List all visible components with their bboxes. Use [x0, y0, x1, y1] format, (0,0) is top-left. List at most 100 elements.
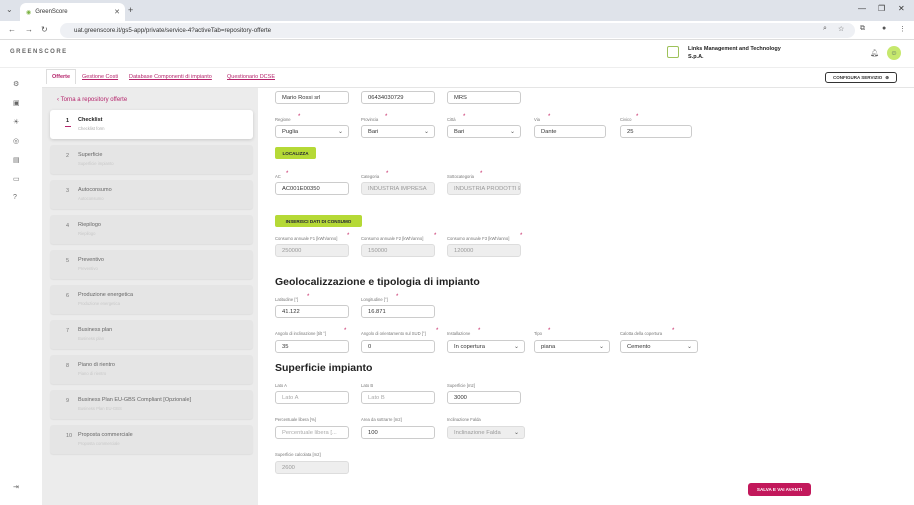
tab-database-componenti[interactable]: Database Componenti di impianto: [129, 74, 212, 80]
step-4[interactable]: 4 Riepilogo Riepilogo: [50, 215, 253, 244]
minimize-icon[interactable]: —: [858, 4, 866, 13]
tab-questionario[interactable]: Questionario DCSE: [227, 74, 275, 80]
longitudine-field[interactable]: 16.871: [361, 305, 435, 318]
superficie-calcolata-field: 2600: [275, 461, 349, 474]
inclinazione-field[interactable]: 35: [275, 340, 349, 353]
chevron-left-icon: ‹: [57, 97, 59, 103]
tab-list-icon[interactable]: ⌄: [6, 5, 13, 14]
close-tab-icon[interactable]: ✕: [114, 8, 120, 16]
installazione-value: In copertura: [454, 343, 485, 350]
maximize-icon[interactable]: ❐: [878, 4, 885, 13]
step-number: 2: [66, 153, 70, 159]
perc-label: Percentuale libera [%]: [275, 417, 316, 422]
avatar[interactable]: ☺: [887, 46, 901, 60]
codice-field[interactable]: MRS: [447, 91, 521, 104]
installazione-select[interactable]: In copertura ⌄: [447, 340, 525, 353]
localizza-button[interactable]: LOCALIZZA: [275, 147, 316, 159]
inbox-icon[interactable]: ▣: [13, 99, 20, 107]
folder-icon[interactable]: ▭: [13, 175, 20, 183]
users-icon[interactable]: ◎: [13, 137, 19, 145]
percentuale-field[interactable]: Percentuale libera [...: [275, 426, 349, 439]
globe-icon: ⊕: [885, 74, 890, 80]
step-3[interactable]: 3 Autoconsumo Autoconsumo: [50, 180, 253, 209]
orientamento-label: Angolo di orientamento sul SUD [°]: [361, 331, 426, 336]
step-9[interactable]: 9 Business Plan EU-GBS Compliant [Opziona…: [50, 390, 253, 419]
step-subtitle: Business plan: [78, 336, 105, 341]
citta-select[interactable]: Bari ⌄: [447, 125, 521, 138]
via-field[interactable]: Dante: [534, 125, 606, 138]
telefono-field[interactable]: 06434030729: [361, 91, 435, 104]
required-mark: *: [436, 328, 439, 334]
required-mark: *: [386, 171, 389, 177]
inserisci-dati-consumo-button[interactable]: INSERISCI DATI DI CONSUMO: [275, 215, 362, 227]
back-icon[interactable]: ←: [8, 25, 16, 34]
tab-gestione-costi[interactable]: Gestione Costi: [82, 74, 118, 80]
step-subtitle: Riepilogo: [78, 231, 96, 236]
address-bar[interactable]: uat.greenscore.it/gs5-app/private/servic…: [60, 23, 855, 38]
step-8[interactable]: 8 Piano di rientro Piano di rientro: [50, 355, 253, 384]
step-7[interactable]: 7 Business plan Business plan: [50, 320, 253, 349]
salva-e-vai-avanti-button[interactable]: SALVA E VAI AVANTI: [748, 483, 811, 496]
orientamento-field[interactable]: 0: [361, 340, 435, 353]
f1-field: 250000: [275, 244, 349, 257]
new-tab-icon[interactable]: +: [128, 5, 133, 15]
reload-icon[interactable]: ↻: [41, 25, 48, 34]
superficie-heading: Superficie impianto: [275, 362, 373, 374]
copertura-select[interactable]: Cemento ⌄: [620, 340, 698, 353]
lato-b-field[interactable]: Lato B: [361, 391, 435, 404]
step-2[interactable]: 2 Superficie Superficie impianto: [50, 145, 253, 174]
logout-icon[interactable]: ⇥: [13, 483, 19, 491]
document-icon[interactable]: ▤: [13, 156, 20, 164]
step-subtitle: Piano di rientro: [78, 371, 107, 376]
close-window-icon[interactable]: ✕: [898, 4, 905, 13]
lightbulb-icon[interactable]: ☀: [13, 118, 19, 126]
help-icon[interactable]: ?: [13, 194, 17, 201]
page-tabs: Offerte Gestione Costi Database Componen…: [42, 68, 914, 88]
lato-a-field[interactable]: Lato A: [275, 391, 349, 404]
f3-field: 120000: [447, 244, 521, 257]
back-to-repository-link[interactable]: ‹ Torna a repository offerte: [57, 97, 127, 103]
step-number: 10: [66, 433, 73, 439]
zoom-icon[interactable]: ⌕: [823, 25, 827, 33]
steps-panel: ‹ Torna a repository offerte 1 Checklist C…: [42, 88, 258, 505]
forward-icon[interactable]: →: [25, 25, 33, 34]
profile-icon[interactable]: ●: [882, 25, 886, 32]
menu-icon[interactable]: ⋮: [899, 25, 906, 33]
required-mark: *: [463, 114, 466, 120]
step-subtitle: Superficie impianto: [78, 161, 114, 166]
via-label: Via: [534, 117, 540, 122]
bookmark-star-icon[interactable]: ☆: [838, 25, 844, 33]
tab-title: GreenScore: [35, 9, 68, 15]
regione-select[interactable]: Puglia ⌄: [275, 125, 349, 138]
configura-servizio-button[interactable]: CONFIGURA SERVIZIO ⊕: [825, 72, 897, 83]
superficie-field[interactable]: 3000: [447, 391, 521, 404]
required-mark: *: [478, 328, 481, 334]
settings-icon[interactable]: ⚙: [13, 80, 19, 88]
tab-offerte[interactable]: Offerte: [46, 69, 77, 84]
area-field[interactable]: 100: [361, 426, 435, 439]
step-6[interactable]: 6 Produzione energetica Produzione energet…: [50, 285, 253, 314]
civico-label: Civico: [620, 117, 632, 122]
browser-tab[interactable]: ◉ GreenScore ✕: [20, 3, 125, 21]
nome-field[interactable]: Mario Rossi srl: [275, 91, 349, 104]
required-mark: *: [344, 328, 347, 334]
extensions-icon[interactable]: ⧉: [860, 25, 865, 33]
tipo-select[interactable]: piana ⌄: [534, 340, 610, 353]
latitudine-field[interactable]: 41.122: [275, 305, 349, 318]
civico-field[interactable]: 25: [620, 125, 692, 138]
ac-field[interactable]: AC001E00350: [275, 182, 349, 195]
favicon-icon: ◉: [26, 9, 32, 16]
copertura-value: Cemento: [627, 343, 651, 350]
required-mark: *: [548, 114, 551, 120]
bell-icon[interactable]: 🔔︎: [870, 49, 879, 57]
step-5[interactable]: 5 Preventivo Preventivo: [50, 250, 253, 279]
step-1[interactable]: 1 Checklist Checklist form: [50, 110, 253, 139]
provincia-select[interactable]: Bari ⌄: [361, 125, 435, 138]
tipo-label: Tipo: [534, 331, 542, 336]
chevron-down-icon: ⌄: [513, 430, 519, 436]
step-number: 5: [66, 258, 70, 264]
step-title: Riepilogo: [78, 222, 101, 228]
sottocategoria-label: Sottocategoria: [447, 174, 475, 179]
step-10[interactable]: 10 Proposta commerciale Proposta commercia…: [50, 425, 253, 454]
step-title: Business plan: [78, 327, 113, 333]
